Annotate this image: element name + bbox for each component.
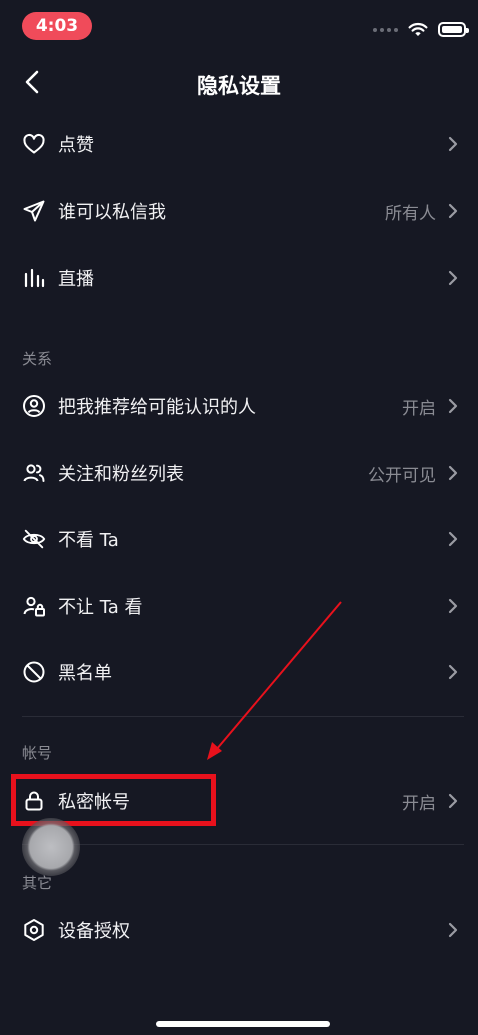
row-hide-from-them[interactable]: 不让 Ta 看 bbox=[0, 573, 478, 639]
users-icon bbox=[22, 461, 46, 485]
row-label: 设备授权 bbox=[58, 921, 130, 942]
row-value: 开启 bbox=[402, 793, 436, 814]
row-label: 点赞 bbox=[58, 135, 94, 156]
heart-icon bbox=[22, 132, 46, 156]
row-blacklist[interactable]: 黑名单 bbox=[0, 639, 478, 705]
chevron-right-icon bbox=[448, 464, 460, 482]
row-value: 公开可见 bbox=[368, 465, 436, 486]
row-label: 直播 bbox=[58, 269, 94, 290]
chevron-right-icon bbox=[448, 202, 460, 220]
status-icons bbox=[373, 22, 469, 37]
row-follow-fans-list[interactable]: 关注和粉丝列表 公开可见 bbox=[0, 440, 478, 506]
row-label: 不让 Ta 看 bbox=[58, 597, 143, 618]
hexagon-icon bbox=[22, 918, 46, 942]
row-recommend-me[interactable]: 把我推荐给可能认识的人 开启 bbox=[0, 373, 478, 439]
home-indicator[interactable] bbox=[156, 1021, 330, 1027]
row-likes[interactable]: 点赞 bbox=[0, 111, 478, 177]
status-bar: 4:03 bbox=[0, 0, 478, 52]
touch-indicator bbox=[22, 818, 80, 876]
section-header-account: 帐号 bbox=[22, 744, 53, 762]
row-value: 所有人 bbox=[385, 203, 436, 224]
chevron-right-icon bbox=[448, 397, 460, 415]
row-label: 黑名单 bbox=[58, 663, 112, 684]
user-lock-icon bbox=[22, 594, 46, 618]
live-bars-icon bbox=[22, 266, 46, 290]
row-label: 不看 Ta bbox=[58, 530, 119, 551]
block-icon bbox=[22, 660, 46, 684]
section-header-relations: 关系 bbox=[22, 350, 53, 368]
row-value: 开启 bbox=[402, 398, 436, 419]
row-live[interactable]: 直播 bbox=[0, 245, 478, 311]
signal-dots-icon bbox=[373, 27, 398, 32]
divider bbox=[22, 716, 464, 717]
page-title: 隐私设置 bbox=[197, 74, 281, 98]
battery-icon bbox=[438, 22, 469, 37]
row-dont-see-them[interactable]: 不看 Ta bbox=[0, 506, 478, 572]
row-device-authorization[interactable]: 设备授权 bbox=[0, 897, 478, 963]
user-circle-icon bbox=[22, 394, 46, 418]
chevron-right-icon bbox=[448, 135, 460, 153]
wifi-icon bbox=[408, 22, 428, 36]
row-label: 关注和粉丝列表 bbox=[58, 464, 184, 485]
nav-bar: 隐私设置 bbox=[0, 52, 478, 114]
status-time: 4:03 bbox=[22, 12, 92, 40]
chevron-right-icon bbox=[448, 921, 460, 939]
row-label: 谁可以私信我 bbox=[58, 202, 166, 223]
chevron-right-icon bbox=[448, 792, 460, 810]
chevron-right-icon bbox=[448, 530, 460, 548]
chevron-right-icon bbox=[448, 663, 460, 681]
chevron-right-icon bbox=[448, 269, 460, 287]
row-who-can-message[interactable]: 谁可以私信我 所有人 bbox=[0, 178, 478, 244]
eye-off-icon bbox=[22, 527, 46, 551]
highlight-box bbox=[11, 774, 216, 826]
divider bbox=[22, 844, 464, 845]
row-label: 把我推荐给可能认识的人 bbox=[58, 397, 256, 418]
chevron-right-icon bbox=[448, 597, 460, 615]
send-icon bbox=[22, 199, 46, 223]
